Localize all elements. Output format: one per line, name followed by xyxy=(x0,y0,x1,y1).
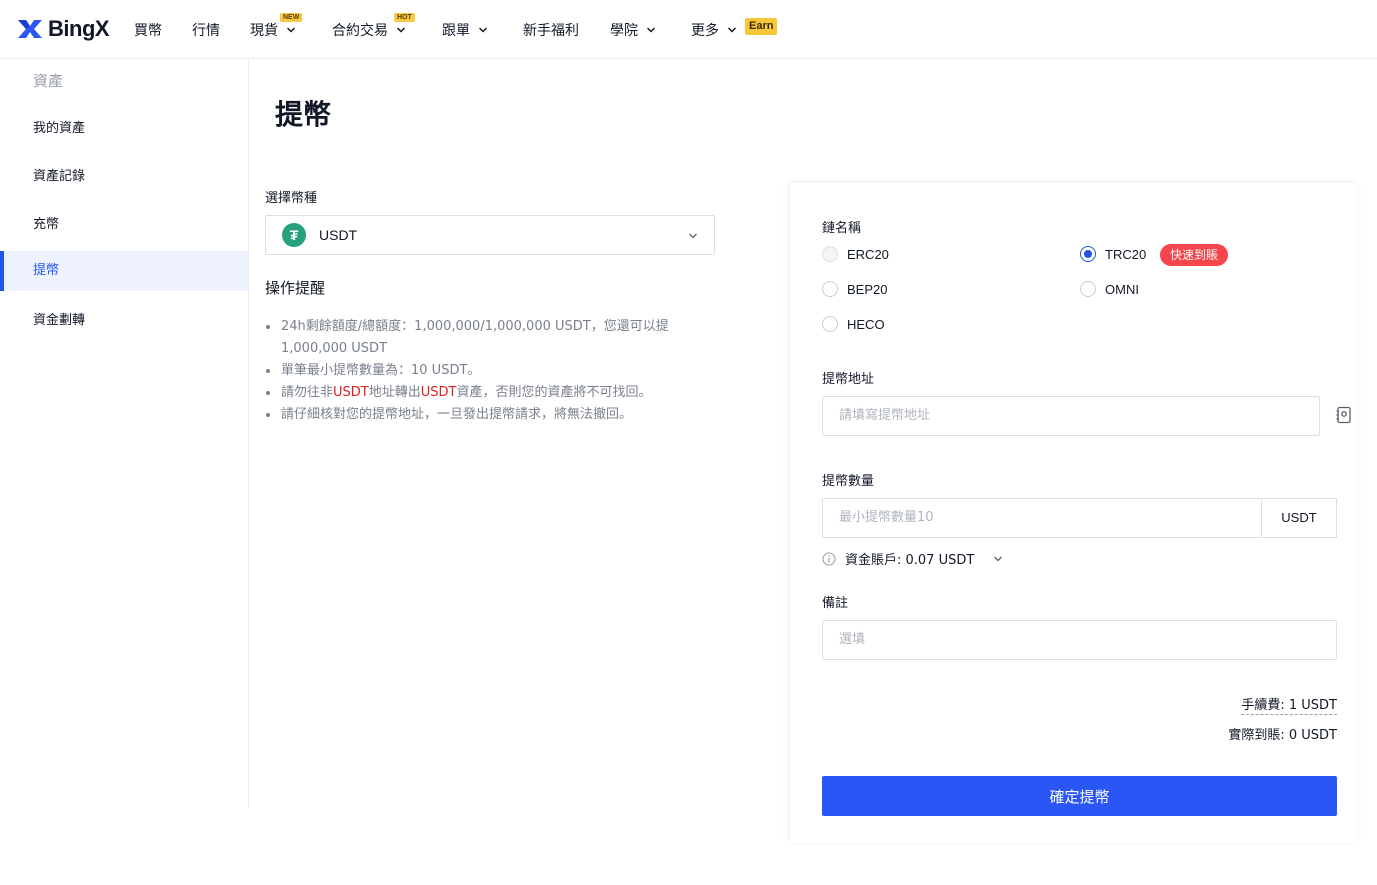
chain-label: 鏈名稱 xyxy=(822,221,862,236)
chevron-down-icon xyxy=(478,27,488,33)
sidebar-item-withdraw[interactable]: 提幣 xyxy=(0,251,248,291)
bingx-logo[interactable]: BingX xyxy=(16,16,110,42)
nav-academy[interactable]: 學院 xyxy=(610,20,656,40)
chevron-down-icon xyxy=(727,27,737,33)
radio-icon xyxy=(1080,281,1096,297)
radio-icon xyxy=(822,316,838,332)
amount-input[interactable]: 最小提幣數量10 xyxy=(822,498,1262,538)
tether-icon: ₮ xyxy=(282,223,306,247)
nav-spot[interactable]: 現貨 NEW xyxy=(250,13,303,40)
nav-more[interactable]: 更多 xyxy=(691,20,737,40)
radio-checked-icon xyxy=(1080,246,1096,262)
confirm-withdraw-button[interactable]: 確定提幣 xyxy=(822,776,1337,816)
address-book-icon[interactable] xyxy=(1335,406,1353,424)
balance-text: 資金賬戶: 0.07 USDT xyxy=(845,553,975,568)
nav-markets[interactable]: 行情 xyxy=(192,20,220,40)
chevron-down-icon xyxy=(286,27,296,33)
nav-label: 行情 xyxy=(192,23,220,39)
note-text: 請勿往非 xyxy=(281,385,334,400)
note-item: 單筆最小提幣數量為：10 USDT。 xyxy=(266,360,701,382)
sidebar-item-my-assets[interactable]: 我的資產 xyxy=(0,109,248,149)
note-item: 請勿往非USDT地址轉出USDT資產，否則您的資產將不可找回。 xyxy=(266,382,701,404)
radio-icon xyxy=(822,246,838,262)
note-highlight: USDT xyxy=(333,385,369,400)
nav-copy-trading[interactable]: 跟單 xyxy=(442,20,488,40)
fast-arrival-badge: 快速到賬 xyxy=(1160,244,1229,266)
coin-select[interactable]: ₮ USDT xyxy=(265,215,715,255)
nav-futures[interactable]: 合約交易 HOT xyxy=(332,13,415,40)
chain-option-bep20[interactable]: BEP20 xyxy=(822,281,887,297)
chain-option-label: ERC20 xyxy=(847,246,889,262)
chain-option-omni[interactable]: OMNI xyxy=(1080,281,1139,297)
top-navbar: BingX 買幣 行情 現貨 NEW 合約交易 HOT 跟單 新手福利 學院 更… xyxy=(0,0,1377,59)
address-input[interactable]: 請填寫提幣地址 xyxy=(822,396,1320,436)
notes-title: 操作提醒 xyxy=(265,279,326,297)
chain-option-trc20[interactable]: TRC20 xyxy=(1080,246,1146,262)
sidebar-item-fund-transfer[interactable]: 資金劃轉 xyxy=(0,301,248,341)
nav-label: 更多 xyxy=(691,23,719,39)
notes-list: 24h剩餘額度/總額度：1,000,000/1,000,000 USDT，您還可… xyxy=(266,316,701,426)
chevron-down-icon xyxy=(994,556,1003,561)
received-amount-text: 實際到賬: 0 USDT xyxy=(1228,728,1337,743)
amount-unit: USDT xyxy=(1261,498,1337,538)
chevron-down-icon xyxy=(396,27,406,33)
hot-badge: HOT xyxy=(394,13,415,22)
note-text: 地址轉出 xyxy=(368,385,421,400)
chain-option-label: TRC20 xyxy=(1105,246,1147,262)
sidebar-item-asset-records[interactable]: 資產記錄 xyxy=(0,157,248,197)
chevron-down-icon xyxy=(689,233,697,239)
chain-option-heco[interactable]: HECO xyxy=(822,316,885,332)
chevron-down-icon xyxy=(646,27,656,33)
logo-text: BingX xyxy=(48,16,110,41)
note-text: 資產，否則您的資產將不可找回。 xyxy=(456,385,652,400)
new-badge: NEW xyxy=(280,13,303,22)
coin-select-label: 選擇幣種 xyxy=(265,191,318,206)
sidebar-title: 資產 xyxy=(33,72,64,90)
address-label: 提幣地址 xyxy=(822,372,875,387)
note-highlight: USDT xyxy=(420,385,457,400)
memo-label: 備註 xyxy=(822,596,849,611)
nav-label: 現貨 xyxy=(250,23,278,39)
sidebar-item-deposit[interactable]: 充幣 xyxy=(0,205,248,245)
note-item: 24h剩餘額度/總額度：1,000,000/1,000,000 USDT，您還可… xyxy=(266,316,701,360)
chain-option-label: BEP20 xyxy=(847,281,888,297)
info-icon xyxy=(822,551,836,566)
nav-label: 新手福利 xyxy=(523,23,579,39)
memo-input[interactable]: 選填 xyxy=(822,620,1337,660)
fee-text: 手續費: 1 USDT xyxy=(1241,694,1337,715)
funding-balance[interactable]: 資金賬戶: 0.07 USDT xyxy=(822,549,1003,568)
coin-select-value: USDT xyxy=(319,227,358,243)
nav-label: 跟單 xyxy=(442,23,470,39)
chain-option-label: HECO xyxy=(847,316,885,332)
nav-label: 學院 xyxy=(610,23,638,39)
nav-buy-crypto[interactable]: 買幣 xyxy=(134,20,162,40)
radio-icon xyxy=(822,281,838,297)
nav-label: 合約交易 xyxy=(332,23,388,39)
page-title: 提幣 xyxy=(275,98,332,131)
amount-label: 提幣數量 xyxy=(822,474,875,489)
chain-option-erc20[interactable]: ERC20 xyxy=(822,246,889,262)
chain-option-label: OMNI xyxy=(1105,281,1139,297)
nav-label: 買幣 xyxy=(134,23,162,39)
nav-newbie-rewards[interactable]: 新手福利 xyxy=(523,20,579,40)
assets-sidebar: 資產 我的資產 資產記錄 充幣 提幣 資金劃轉 xyxy=(0,59,249,808)
earn-badge: Earn xyxy=(745,18,778,35)
bingx-logo-icon xyxy=(18,20,42,38)
note-item: 請仔細核對您的提幣地址，一旦發出提幣請求，將無法撤回。 xyxy=(266,404,701,426)
